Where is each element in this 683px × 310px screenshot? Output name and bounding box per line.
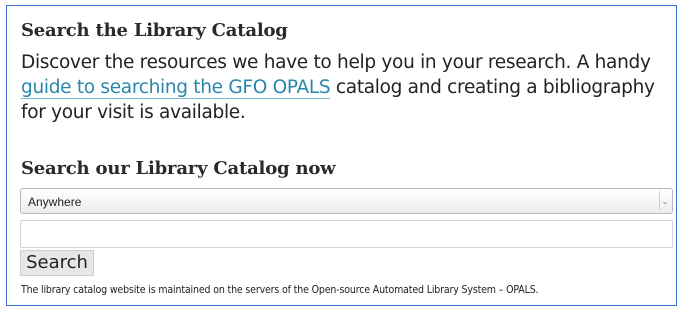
chevron-down-icon: ⌄ [659,191,670,211]
guide-link[interactable]: guide to searching the GFO OPALS [21,77,331,99]
intro-prefix: Discover the resources we have to help y… [21,52,651,73]
search-scope-select[interactable]: Anywhere ⌄ [20,188,673,214]
opals-footnote: The library catalog website is maintaine… [21,284,539,296]
catalog-panel: Search the Library Catalog Discover the … [6,5,677,306]
catalog-intro: Discover the resources we have to help y… [21,50,671,125]
search-subheading: Search our Library Catalog now [21,158,336,179]
select-value: Anywhere [28,195,82,209]
search-button[interactable]: Search [20,250,94,276]
search-input[interactable] [20,220,673,248]
catalog-heading: Search the Library Catalog [21,20,288,41]
